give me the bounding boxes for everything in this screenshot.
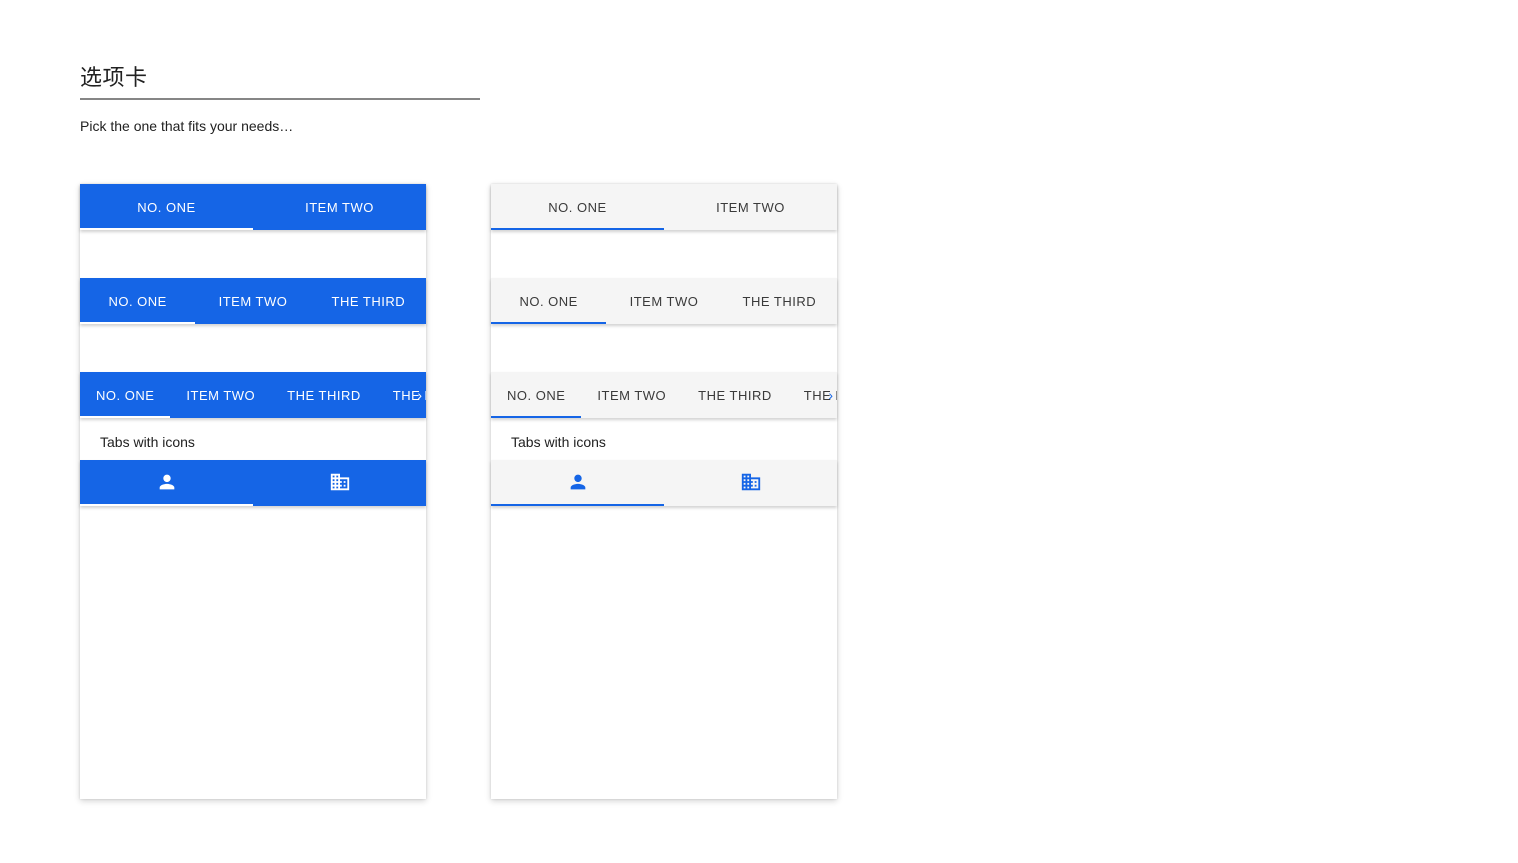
tab-the-third[interactable]: THE THIRD xyxy=(271,372,377,418)
tab-no-one[interactable]: NO. ONE xyxy=(80,372,170,418)
page-title: 选项卡 xyxy=(80,60,480,100)
tab-domain[interactable] xyxy=(253,460,426,506)
primary-tabs-2: NO. ONE ITEM TWO xyxy=(80,184,426,230)
tab-no-one[interactable]: NO. ONE xyxy=(80,278,195,324)
tab-no-one[interactable]: NO. ONE xyxy=(491,278,606,324)
spacer xyxy=(491,324,837,372)
spacer xyxy=(80,230,426,278)
primary-icon-tabs xyxy=(80,460,426,506)
tab-item-two[interactable]: ITEM TWO xyxy=(253,184,426,230)
light-tabs-4-scroll: NO. ONE ITEM TWO THE THIRD THE F › xyxy=(491,372,837,418)
tab-item-two[interactable]: ITEM TWO xyxy=(581,372,682,418)
tab-no-one[interactable]: NO. ONE xyxy=(491,184,664,230)
tab-person[interactable] xyxy=(491,460,664,506)
light-icon-tabs xyxy=(491,460,837,506)
tab-no-one[interactable]: NO. ONE xyxy=(80,184,253,230)
tab-item-two[interactable]: ITEM TWO xyxy=(664,184,837,230)
primary-tabs-card: NO. ONE ITEM TWO NO. ONE ITEM TWO THE TH… xyxy=(80,184,426,799)
primary-tabs-3: NO. ONE ITEM TWO THE THIRD xyxy=(80,278,426,324)
domain-icon xyxy=(740,471,762,496)
spacer xyxy=(80,324,426,372)
spacer xyxy=(491,230,837,278)
icons-section-label: Tabs with icons xyxy=(80,418,426,460)
primary-tabs-4-scroll: NO. ONE ITEM TWO THE THIRD THE F › xyxy=(80,372,426,418)
tab-the-third[interactable]: THE THIRD xyxy=(311,278,426,324)
page-intro: Pick the one that fits your needs… xyxy=(80,118,1438,134)
light-tabs-3: NO. ONE ITEM TWO THE THIRD xyxy=(491,278,837,324)
tab-item-two[interactable]: ITEM TWO xyxy=(195,278,310,324)
tab-the-fourth[interactable]: THE F xyxy=(377,372,426,418)
person-icon xyxy=(156,471,178,496)
domain-icon xyxy=(329,471,351,496)
tab-item-two[interactable]: ITEM TWO xyxy=(170,372,271,418)
tab-person[interactable] xyxy=(80,460,253,506)
icons-section-label: Tabs with icons xyxy=(491,418,837,460)
person-icon xyxy=(567,471,589,496)
tab-domain[interactable] xyxy=(664,460,837,506)
tab-the-third[interactable]: THE THIRD xyxy=(722,278,837,324)
tab-the-third[interactable]: THE THIRD xyxy=(682,372,788,418)
tab-item-two[interactable]: ITEM TWO xyxy=(606,278,721,324)
light-tabs-2: NO. ONE ITEM TWO xyxy=(491,184,837,230)
light-tabs-card: NO. ONE ITEM TWO NO. ONE ITEM TWO THE TH… xyxy=(491,184,837,799)
tab-no-one[interactable]: NO. ONE xyxy=(491,372,581,418)
tab-the-fourth[interactable]: THE F xyxy=(788,372,837,418)
